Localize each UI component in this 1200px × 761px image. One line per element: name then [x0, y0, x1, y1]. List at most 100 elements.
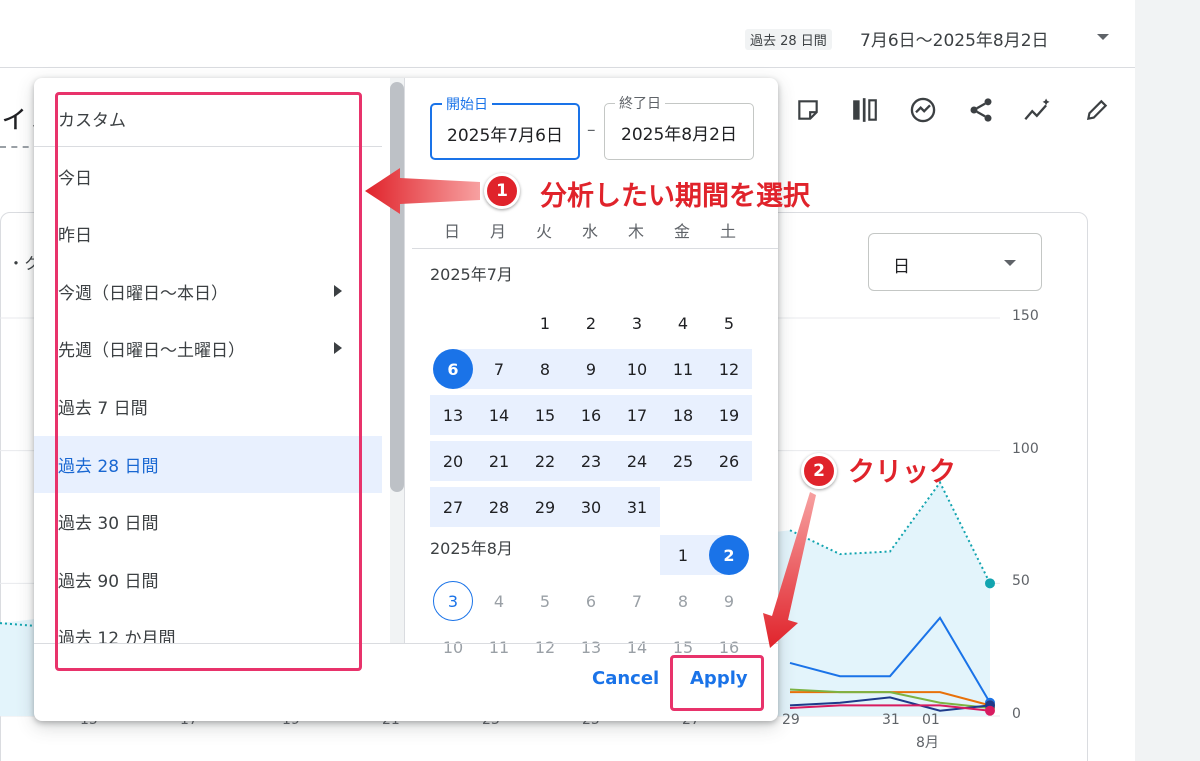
- calendar-day[interactable]: 18: [661, 395, 705, 435]
- compare-icon[interactable]: [850, 95, 880, 125]
- day-number: 30: [580, 497, 602, 517]
- day-number: 14: [626, 637, 648, 657]
- calendar-day[interactable]: 17: [615, 395, 659, 435]
- calendar-day[interactable]: 4: [661, 303, 705, 343]
- calendar-day-selected[interactable]: 2: [707, 535, 751, 575]
- day-number: 7: [493, 359, 505, 379]
- weekday-label: 土: [719, 222, 736, 241]
- calendar-day[interactable]: 31: [615, 487, 659, 527]
- calendar-day[interactable]: 7: [477, 349, 521, 389]
- day-number: 9: [585, 359, 597, 379]
- day-number: 24: [626, 451, 648, 471]
- start-date-value: 2025年7月6日: [447, 126, 563, 146]
- calendar-day[interactable]: 1: [661, 535, 705, 575]
- day-number: 6: [585, 591, 597, 611]
- calendar-day[interactable]: 23: [569, 441, 613, 481]
- calendar-day: 9: [707, 581, 751, 621]
- weekday-label: 月: [489, 222, 506, 241]
- calendar-day: 12: [523, 627, 567, 667]
- day-number: 12: [534, 637, 556, 657]
- day-number: 15: [534, 405, 556, 425]
- apply-highlight-box: [670, 655, 764, 711]
- chevron-down-icon: [1004, 260, 1016, 266]
- day-number: 8: [539, 359, 551, 379]
- end-date-field[interactable]: 終了日 2025年8月2日: [604, 93, 754, 160]
- day-number: 9: [723, 591, 735, 611]
- date-range-button[interactable]: 7月6日〜2025年8月2日: [860, 26, 1049, 51]
- step2-caption: クリック: [848, 457, 956, 488]
- day-number: 14: [488, 405, 510, 425]
- step1-caption: 分析したい期間を選択: [540, 181, 810, 212]
- step2-marker: 2: [801, 453, 837, 489]
- day-number: 28: [488, 497, 510, 517]
- preset-scrollbar-thumb[interactable]: [390, 82, 404, 492]
- step1-marker: 1: [484, 173, 520, 209]
- insights-icon[interactable]: [908, 95, 938, 125]
- edit-icon[interactable]: [1082, 95, 1112, 125]
- calendar-day[interactable]: 1: [523, 303, 567, 343]
- month-label: 2025年7月: [430, 265, 513, 284]
- day-number: 26: [718, 451, 740, 471]
- note-icon[interactable]: [793, 95, 823, 125]
- calendar-day-today[interactable]: 3: [431, 581, 475, 621]
- y-tick-label: 50: [1012, 573, 1030, 590]
- calendar-day[interactable]: 13: [431, 395, 475, 435]
- calendar-day[interactable]: 21: [477, 441, 521, 481]
- calendar-day[interactable]: 3: [615, 303, 659, 343]
- day-number: 6: [433, 349, 473, 389]
- sparkle-icon[interactable]: [1023, 95, 1053, 125]
- day-number: 13: [580, 637, 602, 657]
- calendar-day[interactable]: 9: [569, 349, 613, 389]
- calendar-day[interactable]: 22: [523, 441, 567, 481]
- weekday-label: 木: [627, 222, 644, 241]
- share-icon[interactable]: [966, 95, 996, 125]
- day-number: 8: [677, 591, 689, 611]
- calendar-day[interactable]: 19: [707, 395, 751, 435]
- calendar-day[interactable]: 10: [615, 349, 659, 389]
- day-number: 16: [718, 637, 740, 657]
- day-number: 5: [539, 591, 551, 611]
- calendar-day[interactable]: 28: [477, 487, 521, 527]
- start-date-field[interactable]: 開始日 2025年7月6日: [430, 94, 580, 160]
- right-gutter: [1135, 0, 1200, 761]
- day-number: 10: [442, 637, 464, 657]
- calendar-day[interactable]: 27: [431, 487, 475, 527]
- day-number: 12: [718, 359, 740, 379]
- calendar-day[interactable]: 24: [615, 441, 659, 481]
- calendar-day[interactable]: 5: [707, 303, 751, 343]
- panel-divider: [404, 78, 405, 643]
- calendar-day[interactable]: 8: [523, 349, 567, 389]
- calendar-day[interactable]: 30: [569, 487, 613, 527]
- chevron-down-icon[interactable]: [1097, 34, 1109, 40]
- day-number: 31: [626, 497, 648, 517]
- day-number: 25: [672, 451, 694, 471]
- calendar-day[interactable]: 2: [569, 303, 613, 343]
- day-number: 5: [723, 313, 735, 333]
- calendar-day[interactable]: 29: [523, 487, 567, 527]
- day-number: 18: [672, 405, 694, 425]
- day-number: 1: [539, 313, 551, 333]
- calendar-day[interactable]: 20: [431, 441, 475, 481]
- cancel-button[interactable]: Cancel: [592, 668, 659, 689]
- calendar-day[interactable]: 14: [477, 395, 521, 435]
- granularity-select[interactable]: 日: [868, 233, 1042, 291]
- x-tick-label: 01: [922, 712, 940, 728]
- calendar-day[interactable]: 11: [661, 349, 705, 389]
- day-number: 15: [672, 637, 694, 657]
- calendar-day[interactable]: 12: [707, 349, 751, 389]
- calendar-day-selected[interactable]: 6: [431, 349, 475, 389]
- day-number: 11: [488, 637, 510, 657]
- day-number: 19: [718, 405, 740, 425]
- calendar-day: 5: [523, 581, 567, 621]
- calendar-day[interactable]: 26: [707, 441, 751, 481]
- day-number: 29: [534, 497, 556, 517]
- calendar-day[interactable]: 25: [661, 441, 705, 481]
- weekday-label: 金: [673, 222, 690, 241]
- day-number: 27: [442, 497, 464, 517]
- calendar-day[interactable]: 16: [569, 395, 613, 435]
- series-end-point: [985, 578, 995, 589]
- day-number: 17: [626, 405, 648, 425]
- day-number: 23: [580, 451, 602, 471]
- date-range-badge: 過去 28 日間: [745, 29, 832, 50]
- calendar-day[interactable]: 15: [523, 395, 567, 435]
